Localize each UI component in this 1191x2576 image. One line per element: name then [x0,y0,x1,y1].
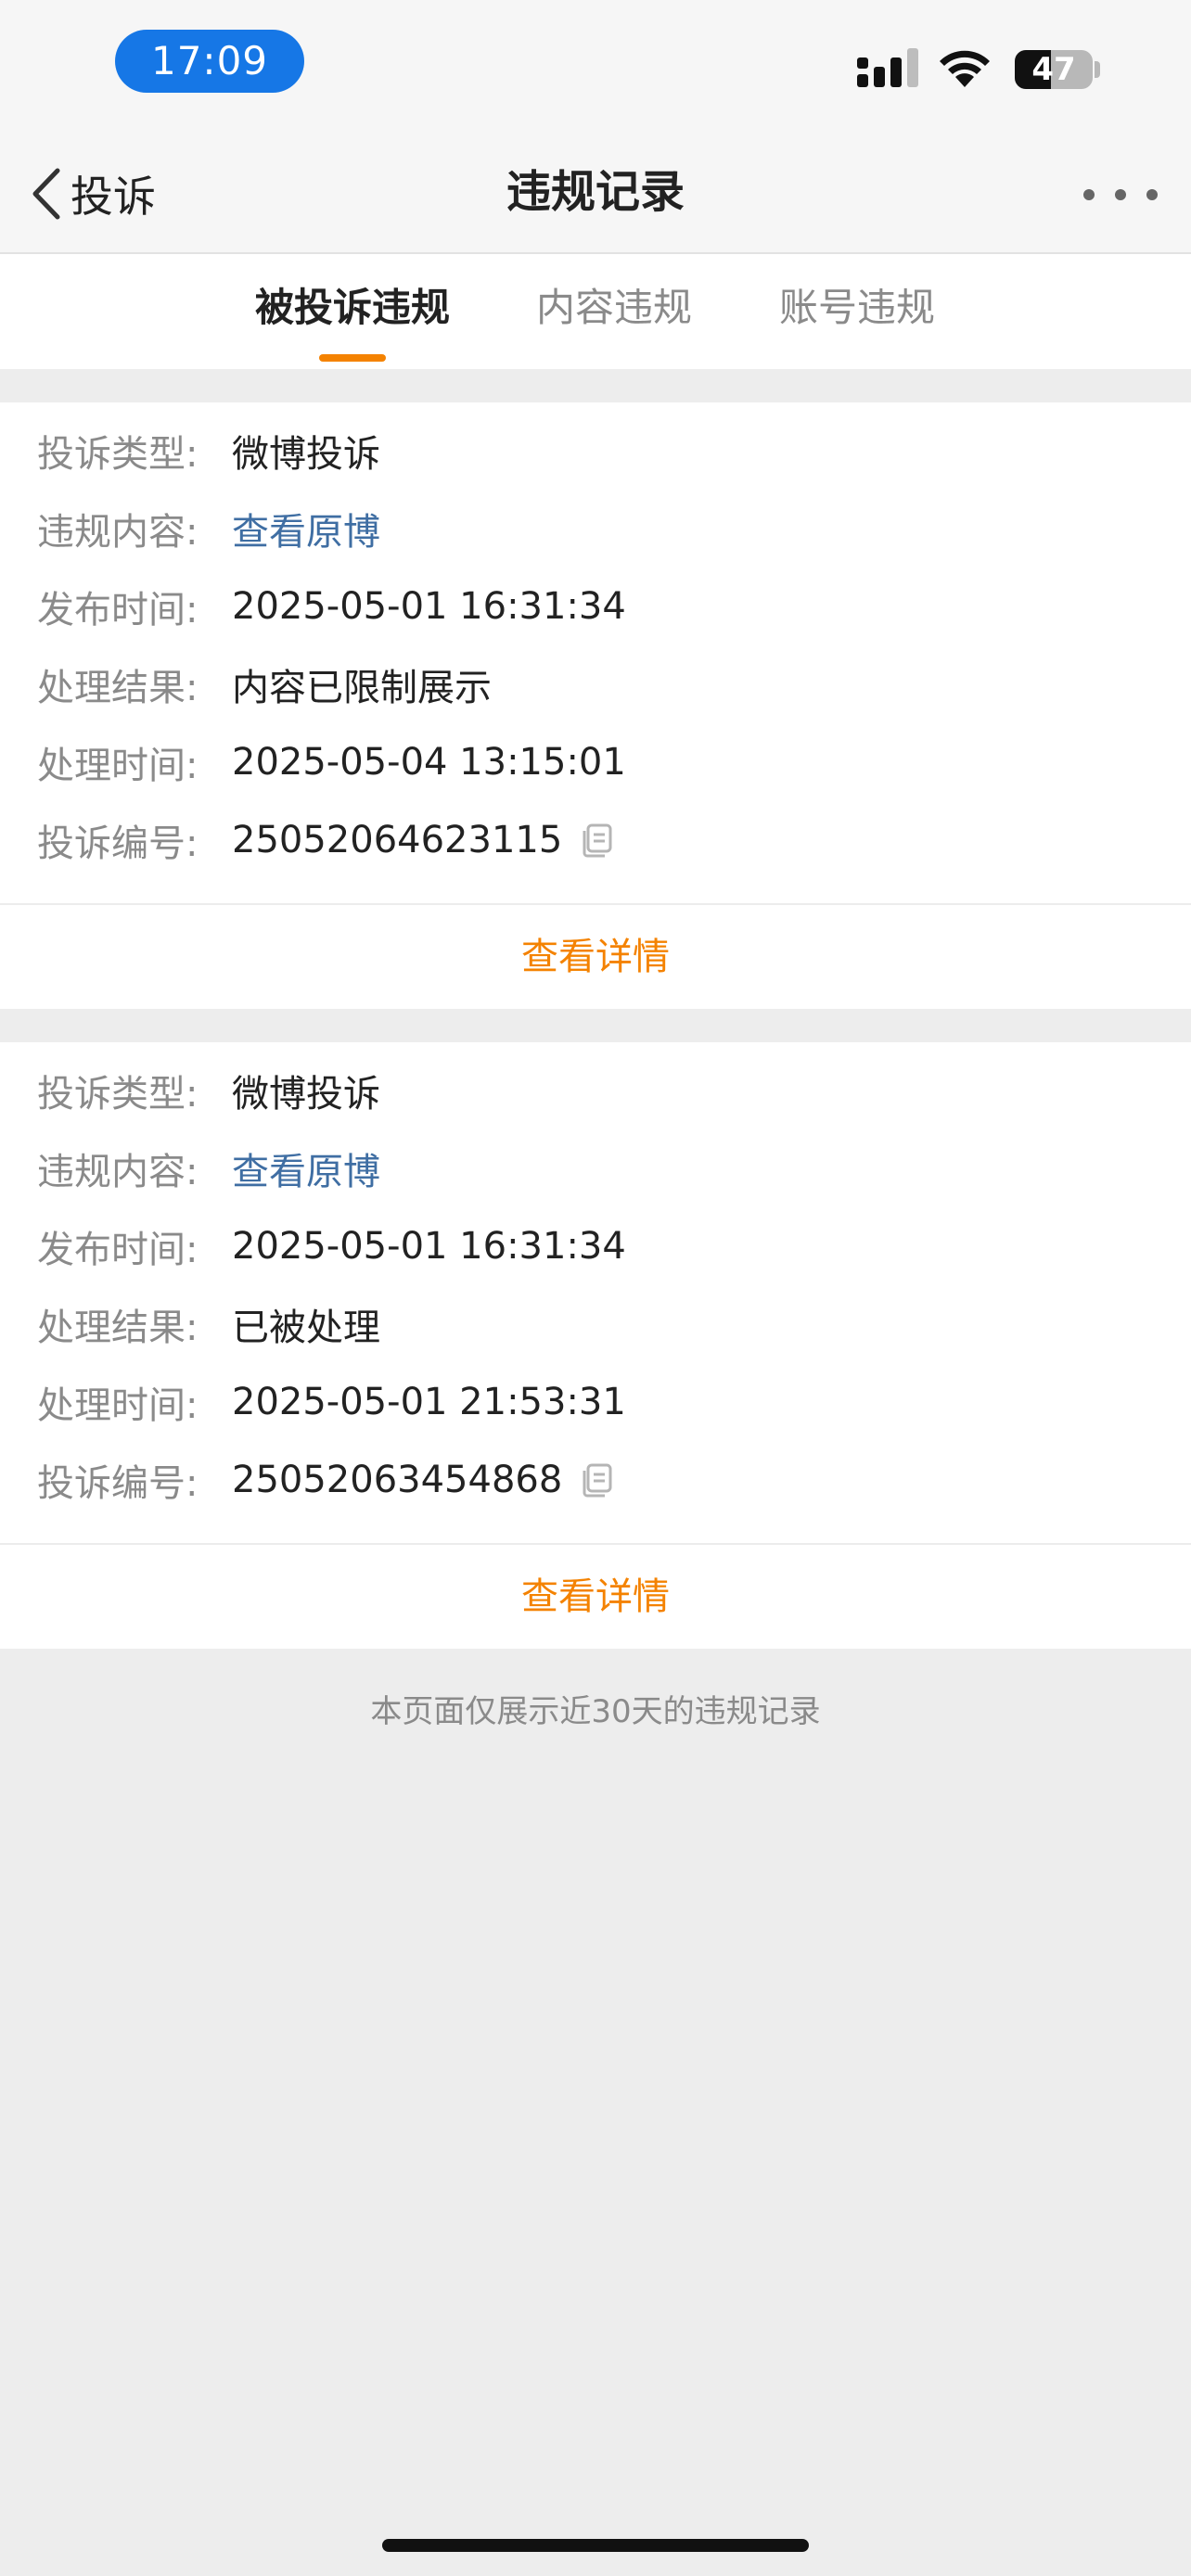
more-dot [1146,189,1158,200]
view-details-button[interactable]: 查看详情 [0,1545,1191,1649]
complaint-id-value: 25052063454868 [232,1459,563,1501]
publish-time-row: 发布时间: 2025-05-01 16:31:34 [37,1218,626,1274]
complaint-id-row: 投诉编号: 25052063454868 [37,1452,616,1508]
handling-result-value: 内容已限制展示 [232,667,492,709]
battery-level: 47 [1031,51,1076,88]
handling-result-label: 处理结果: [37,667,198,709]
complaint-type-row: 投诉类型: 微博投诉 [37,1063,380,1118]
complaint-type-label: 投诉类型: [37,433,198,476]
more-dot [1083,189,1095,200]
status-time: 17:09 [115,30,304,93]
tab-bar: 被投诉违规 内容违规 账号违规 [0,254,1191,369]
handling-time-row: 处理时间: 2025-05-01 21:53:31 [37,1374,626,1430]
handling-time-label: 处理时间: [37,745,198,787]
complaint-type-row: 投诉类型: 微博投诉 [37,423,380,478]
record-card: 投诉类型: 微博投诉 违规内容: 查看原博 发布时间: 2025-05-01 1… [0,402,1191,1009]
nav-bar: 违规记录 投诉 [0,130,1191,254]
cellular-signal-icon [857,48,918,87]
back-button[interactable]: 投诉 [28,161,156,226]
handling-time-row: 处理时间: 2025-05-04 13:15:01 [37,734,626,790]
more-dot [1115,189,1126,200]
publish-time-row: 发布时间: 2025-05-01 16:31:34 [37,579,626,634]
page-title: 违规记录 [506,166,685,218]
view-original-post-link[interactable]: 查看原博 [232,502,380,555]
complaint-id-row: 投诉编号: 25052064623115 [37,812,616,868]
record-card: 投诉类型: 微博投诉 违规内容: 查看原博 发布时间: 2025-05-01 1… [0,1042,1191,1649]
tab-complained-violations[interactable]: 被投诉违规 [250,276,455,360]
violation-content-label: 违规内容: [37,1151,198,1193]
complaint-type-value: 微博投诉 [232,1073,380,1116]
complaint-id-label: 投诉编号: [37,1462,198,1505]
tab-account-violations[interactable]: 账号违规 [768,276,946,360]
tab-content-violations[interactable]: 内容违规 [525,276,703,360]
publish-time-value: 2025-05-01 16:31:34 [232,1225,626,1268]
violation-content-row: 违规内容: 查看原博 [37,1141,380,1196]
handling-result-value: 已被处理 [232,1307,380,1349]
copy-icon[interactable] [579,1461,616,1498]
back-label: 投诉 [70,172,156,222]
handling-result-row: 处理结果: 已被处理 [37,1296,380,1352]
status-bar: 17:09 47 [0,0,1191,130]
handling-time-value: 2025-05-01 21:53:31 [232,1381,626,1423]
footer-note: 本页面仅展示近30天的违规记录 [370,1693,821,1730]
violation-content-row: 违规内容: 查看原博 [37,501,380,556]
chevron-left-icon [32,168,60,220]
violation-content-label: 违规内容: [37,511,198,554]
complaint-type-label: 投诉类型: [37,1073,198,1116]
battery-tip [1095,61,1100,78]
complaint-id-value: 25052064623115 [232,819,563,861]
handling-result-label: 处理结果: [37,1307,198,1349]
complaint-id-label: 投诉编号: [37,823,198,865]
active-tab-indicator [319,354,386,362]
publish-time-label: 发布时间: [37,1229,198,1271]
wifi-icon [940,50,990,87]
complaint-type-value: 微博投诉 [232,433,380,476]
page: 17:09 47 违规记录 投诉 被投诉违规 内容违规 账号违规 投诉类型: 微… [0,0,1191,2576]
copy-icon[interactable] [579,822,616,859]
view-original-post-link[interactable]: 查看原博 [232,1141,380,1195]
handling-time-label: 处理时间: [37,1384,198,1427]
home-indicator[interactable] [382,2539,809,2552]
battery-indicator: 47 [1015,50,1093,89]
publish-time-label: 发布时间: [37,589,198,631]
handling-result-row: 处理结果: 内容已限制展示 [37,657,492,712]
more-dots-icon[interactable] [1083,176,1158,213]
publish-time-value: 2025-05-01 16:31:34 [232,585,626,628]
view-details-button[interactable]: 查看详情 [0,905,1191,1009]
handling-time-value: 2025-05-04 13:15:01 [232,741,626,784]
